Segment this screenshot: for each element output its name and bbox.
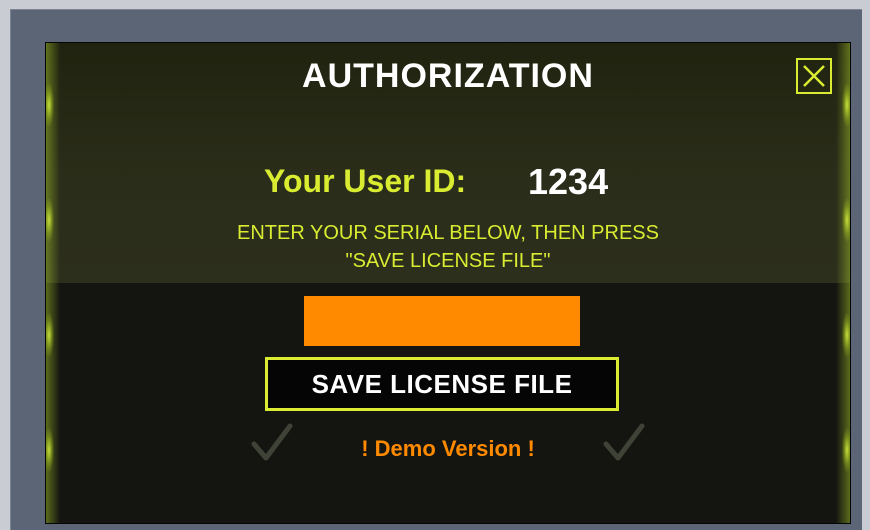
close-icon: [803, 65, 825, 87]
authorization-dialog: AUTHORIZATION Your User ID: 1234 ENTER Y…: [45, 42, 851, 524]
edge-light: [842, 313, 850, 357]
user-id-label: Your User ID:: [264, 163, 467, 199]
user-id-value: 1234: [528, 161, 609, 202]
instructions-line-1: ENTER YOUR SERIAL BELOW, THEN PRESS: [237, 222, 659, 244]
save-license-button[interactable]: SAVE LICENSE FILE: [265, 357, 619, 411]
instructions-text: ENTER YOUR SERIAL BELOW, THEN PRESS "SAV…: [46, 219, 850, 275]
close-button[interactable]: [796, 58, 832, 94]
window-frame: AUTHORIZATION Your User ID: 1234 ENTER Y…: [10, 9, 862, 530]
user-id-row: Your User ID: 1234: [46, 161, 850, 203]
dialog-title: AUTHORIZATION: [302, 57, 594, 95]
instructions-line-2: "SAVE LICENSE FILE": [345, 250, 551, 272]
demo-version-notice: ! Demo Version !: [361, 436, 535, 461]
serial-input[interactable]: [304, 296, 580, 346]
